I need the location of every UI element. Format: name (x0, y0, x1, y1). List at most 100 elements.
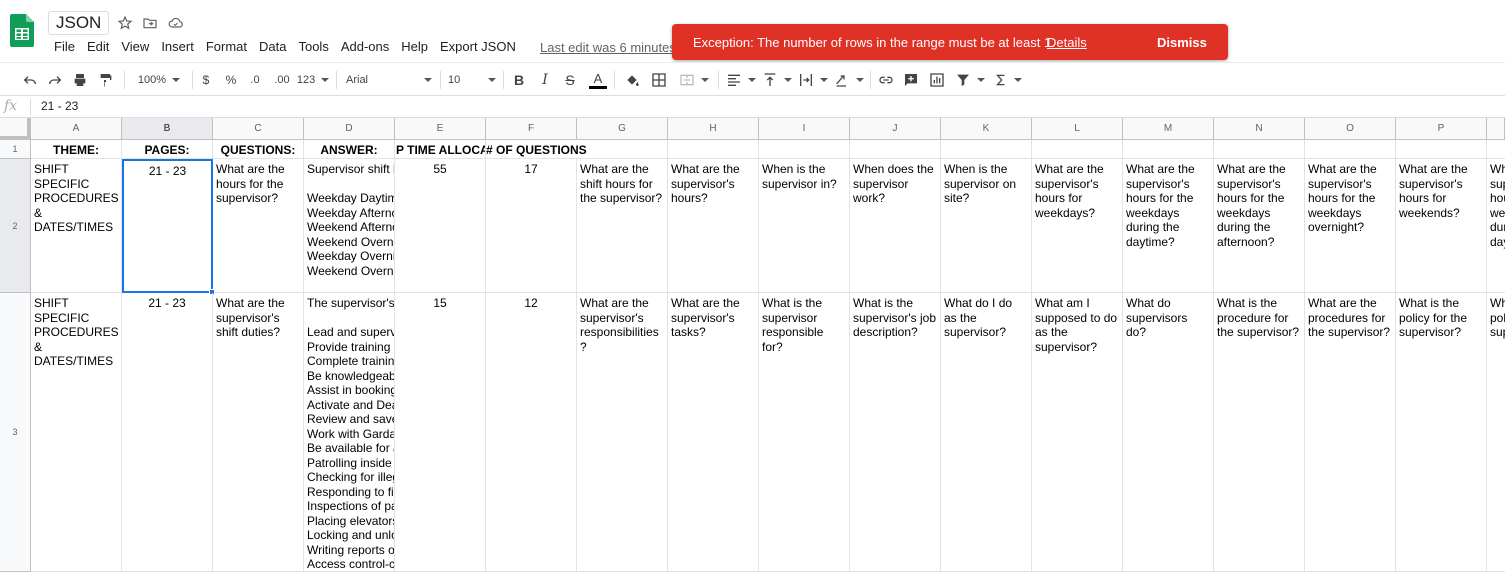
menu-export-json[interactable]: Export JSON (440, 39, 516, 54)
cell-h2[interactable]: What are the supervisor's hours? (668, 159, 759, 293)
text-color-button[interactable]: A (588, 70, 608, 90)
bold-button[interactable]: B (511, 70, 527, 90)
column-header-h[interactable]: H (668, 118, 759, 140)
percent-format-button[interactable]: % (223, 70, 239, 90)
insert-link-icon[interactable] (876, 70, 896, 90)
cell-c3[interactable]: What are the supervisor's shift duties? (213, 293, 304, 572)
menu-help[interactable]: Help (401, 39, 428, 54)
cell-p3[interactable]: What is the policy for the supervisor? (1396, 293, 1487, 572)
column-header-p[interactable]: P (1396, 118, 1487, 140)
cell-a2[interactable]: SHIFT SPECIFIC PROCEDURES & DATES/TIMES (31, 159, 122, 293)
cell-q3[interactable]: Wh pol sup (1487, 293, 1505, 572)
column-header-o[interactable]: O (1305, 118, 1396, 140)
cell-m1[interactable] (1123, 140, 1214, 159)
cell-f3[interactable]: 12 (486, 293, 577, 572)
insert-chart-icon[interactable] (927, 70, 947, 90)
cell-c1[interactable]: QUESTIONS: (213, 140, 304, 159)
cell-k2[interactable]: When is the supervisor on site? (941, 159, 1032, 293)
font-family-select[interactable]: Arial (346, 70, 432, 90)
last-edit-link[interactable]: Last edit was 6 minutes ago (540, 40, 673, 55)
cell-e1[interactable]: P TIME ALLOCA (395, 140, 486, 159)
functions-icon[interactable] (993, 70, 1023, 90)
move-folder-icon[interactable] (141, 14, 159, 32)
column-header-i[interactable]: I (759, 118, 850, 140)
cell-l2[interactable]: What are the supervisor's hours for week… (1032, 159, 1123, 293)
column-header-n[interactable]: N (1214, 118, 1305, 140)
toast-details-link[interactable]: Details (1047, 35, 1087, 50)
column-header-k[interactable]: K (941, 118, 1032, 140)
column-header-a[interactable]: A (31, 118, 122, 140)
text-wrapping-icon[interactable] (798, 70, 828, 90)
cell-d2[interactable]: Supervisor shift h Weekday Daytim Weekda… (304, 159, 395, 293)
column-header-j[interactable]: J (850, 118, 941, 140)
cell-m3[interactable]: What do supervisors do? (1123, 293, 1214, 572)
column-header-g[interactable]: G (577, 118, 668, 140)
undo-icon[interactable] (20, 70, 40, 90)
cloud-status-icon[interactable] (166, 14, 184, 32)
merge-cells-icon[interactable] (676, 70, 712, 90)
cell-o2[interactable]: What are the supervisor's hours for the … (1305, 159, 1396, 293)
strikethrough-button[interactable]: S (562, 70, 578, 90)
select-all-corner[interactable] (0, 118, 31, 140)
cell-d3[interactable]: The supervisor's Lead and superv Provide… (304, 293, 395, 572)
document-title[interactable]: JSON (48, 11, 110, 35)
decrease-decimal-button[interactable]: .0 (245, 70, 265, 90)
cell-l1[interactable] (1032, 140, 1123, 159)
cell-f1[interactable]: # OF QUESTIONS (486, 140, 587, 159)
cell-j1[interactable] (850, 140, 941, 159)
column-header-q[interactable] (1487, 118, 1505, 140)
cell-d1[interactable]: ANSWER: (304, 140, 395, 159)
cell-n2[interactable]: What are the supervisor's hours for the … (1214, 159, 1305, 293)
sheets-logo-icon[interactable] (10, 14, 34, 47)
cell-f2[interactable]: 17 (486, 159, 577, 293)
vertical-align-icon[interactable] (762, 70, 792, 90)
column-header-m[interactable]: M (1123, 118, 1214, 140)
insert-comment-icon[interactable] (901, 70, 921, 90)
cell-l3[interactable]: What am I supposed to do as the supervis… (1032, 293, 1123, 572)
currency-format-button[interactable]: $ (198, 70, 214, 90)
more-formats-select[interactable]: 123 (297, 70, 329, 90)
menu-insert[interactable]: Insert (161, 39, 194, 54)
menu-view[interactable]: View (121, 39, 149, 54)
cell-i2[interactable]: When is the supervisor in? (759, 159, 850, 293)
row-header-3[interactable]: 3 (0, 293, 31, 572)
borders-icon[interactable] (649, 70, 669, 90)
horizontal-align-icon[interactable] (726, 70, 756, 90)
zoom-select[interactable]: 100% (133, 70, 185, 90)
menu-tools[interactable]: Tools (298, 39, 328, 54)
menu-edit[interactable]: Edit (87, 39, 109, 54)
cell-b3[interactable]: 21 - 23 (122, 293, 213, 572)
cell-i1[interactable] (759, 140, 850, 159)
cell-e2[interactable]: 55 (395, 159, 486, 293)
cell-b1[interactable]: PAGES: (122, 140, 213, 159)
cell-j3[interactable]: What is the supervisor's job description… (850, 293, 941, 572)
cell-k3[interactable]: What do I do as the supervisor? (941, 293, 1032, 572)
filter-icon[interactable] (952, 70, 988, 90)
star-icon[interactable] (116, 14, 134, 32)
paint-format-icon[interactable] (96, 70, 116, 90)
cell-n1[interactable] (1214, 140, 1305, 159)
cell-g2[interactable]: What are the shift hours for the supervi… (577, 159, 668, 293)
cell-g3[interactable]: What are the supervisor's responsibiliti… (577, 293, 668, 572)
cell-n3[interactable]: What is the procedure for the supervisor… (1214, 293, 1305, 572)
cell-p2[interactable]: What are the supervisor's hours for week… (1396, 159, 1487, 293)
column-header-l[interactable]: L (1032, 118, 1123, 140)
cell-a1[interactable]: THEME: (31, 140, 122, 159)
row-header-1[interactable]: 1 (0, 140, 31, 159)
cell-e3[interactable]: 15 (395, 293, 486, 572)
cell-a3[interactable]: SHIFT SPECIFIC PROCEDURES & DATES/TIMES (31, 293, 122, 572)
redo-icon[interactable] (45, 70, 65, 90)
cell-h3[interactable]: What are the supervisor's tasks? (668, 293, 759, 572)
cell-j2[interactable]: When does the supervisor work? (850, 159, 941, 293)
cell-g1[interactable] (577, 140, 668, 159)
column-header-d[interactable]: D (304, 118, 395, 140)
column-header-e[interactable]: E (395, 118, 486, 140)
column-header-b[interactable]: B (122, 118, 213, 140)
column-header-c[interactable]: C (213, 118, 304, 140)
menu-data[interactable]: Data (259, 39, 286, 54)
cell-o3[interactable]: What are the procedures for the supervis… (1305, 293, 1396, 572)
text-rotation-icon[interactable] (834, 70, 864, 90)
formula-input[interactable]: 21 - 23 (41, 99, 78, 113)
print-icon[interactable] (70, 70, 90, 90)
italic-button[interactable]: I (537, 70, 553, 90)
